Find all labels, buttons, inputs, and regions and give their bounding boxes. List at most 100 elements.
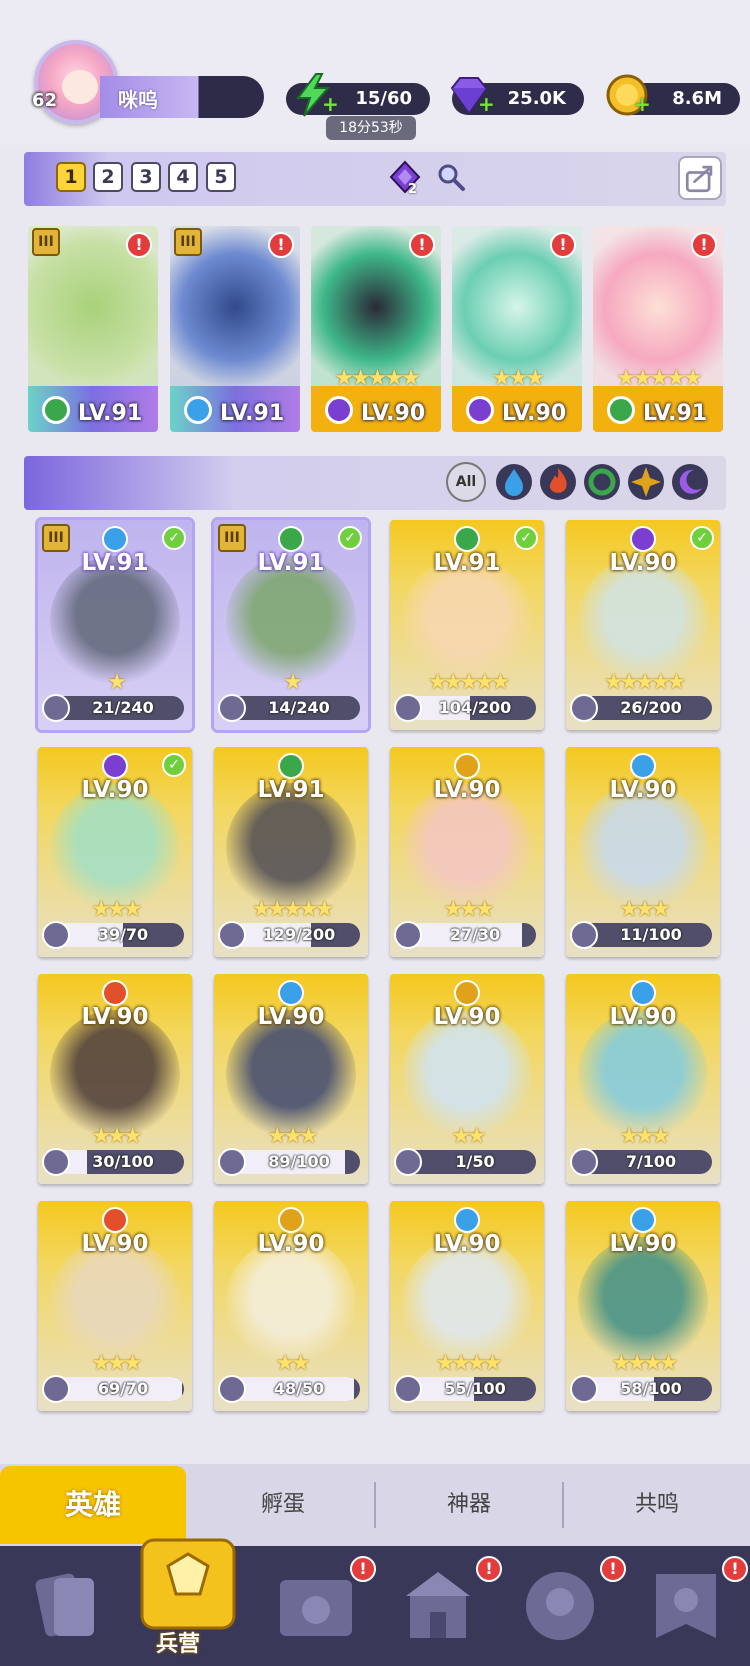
hero-stars: ★★★★ xyxy=(435,1351,503,1376)
shard-icon xyxy=(570,1148,598,1176)
hero-card[interactable]: ✓ LV.91 ★★★★★ 104/200 xyxy=(390,520,544,730)
hero-card[interactable]: III ✓ LV.91 ★ 14/240 xyxy=(214,520,368,730)
hero-stars: ★★★ xyxy=(619,897,670,922)
element-icon xyxy=(102,980,128,1006)
hero-card[interactable]: LV.90 ★★★ 30/100 xyxy=(38,974,192,1184)
dark-element-icon[interactable] xyxy=(670,462,710,502)
slot-level: LV.91 xyxy=(220,401,285,426)
tab-artifacts[interactable]: 神器 xyxy=(376,1466,562,1544)
element-icon xyxy=(454,753,480,779)
shard-icon xyxy=(394,694,422,722)
team-slot-1[interactable]: III LV.91 ! xyxy=(28,226,158,432)
fire-element-icon[interactable] xyxy=(538,462,578,502)
guild-icon[interactable] xyxy=(512,1558,608,1654)
alert-icon: ! xyxy=(550,232,576,258)
alert-icon: ! xyxy=(476,1556,502,1582)
hero-card[interactable]: LV.90 ★★★ 89/100 xyxy=(214,974,368,1184)
water-element-icon[interactable] xyxy=(494,462,534,502)
tab-resonance[interactable]: 共鸣 xyxy=(564,1466,750,1544)
element-icon xyxy=(102,526,128,552)
hero-level: LV.90 xyxy=(81,1004,149,1030)
shard-icon xyxy=(570,694,598,722)
hero-stars: ★★★★★ xyxy=(603,670,687,695)
shard-icon xyxy=(42,1148,70,1176)
rank-badge: III xyxy=(218,524,246,552)
element-icon xyxy=(630,980,656,1006)
shard-icon xyxy=(42,1375,70,1403)
team-slot-3[interactable]: ★★★★★ LV.90 ! xyxy=(311,226,441,432)
hero-card[interactable]: LV.90 ★★★★ 55/100 xyxy=(390,1201,544,1411)
nav-label-barracks: 兵营 xyxy=(156,1632,201,1657)
element-badge xyxy=(184,396,212,424)
team-tab-1[interactable]: 1 xyxy=(56,162,86,192)
hero-card[interactable]: LV.90 ★★★ 69/70 xyxy=(38,1201,192,1411)
team-slot-2[interactable]: III LV.91 ! xyxy=(170,226,300,432)
barracks-icon[interactable] xyxy=(128,1520,248,1640)
filter-all-button[interactable]: All xyxy=(446,462,486,502)
light-element-icon[interactable] xyxy=(626,462,666,502)
alert-icon: ! xyxy=(409,232,435,258)
cards-icon[interactable] xyxy=(18,1558,114,1654)
rank-badge: III xyxy=(174,228,202,256)
element-icon xyxy=(630,1207,656,1233)
team-tab-4[interactable]: 4 xyxy=(168,162,198,192)
element-icon xyxy=(278,526,304,552)
hero-card[interactable]: ✓ LV.90 ★★★ 39/70 xyxy=(38,747,192,957)
slot-level: LV.91 xyxy=(78,401,143,426)
hero-stars: ★★★ xyxy=(91,1351,142,1376)
banner-icon[interactable] xyxy=(638,1558,734,1654)
alert-icon: ! xyxy=(350,1556,376,1582)
team-gem-count: 2 xyxy=(408,182,418,197)
coins-plus-icon[interactable]: + xyxy=(634,94,651,114)
hero-card[interactable]: III ✓ LV.91 ★ 21/240 xyxy=(38,520,192,730)
hero-level: LV.91 xyxy=(257,550,325,576)
hero-card[interactable]: LV.91 ★★★★★ 129/200 xyxy=(214,747,368,957)
element-icon xyxy=(630,526,656,552)
hero-level: LV.90 xyxy=(433,777,501,803)
team-tab-3[interactable]: 3 xyxy=(131,162,161,192)
hero-card[interactable]: LV.90 ★★ 48/50 xyxy=(214,1201,368,1411)
energy-plus-icon[interactable]: + xyxy=(322,94,339,114)
share-icon[interactable] xyxy=(678,156,722,200)
hero-level: LV.90 xyxy=(81,1231,149,1257)
hero-level: LV.91 xyxy=(81,550,149,576)
hero-card[interactable]: LV.90 ★★★ 11/100 xyxy=(566,747,720,957)
hero-stars: ★★★★★ xyxy=(251,897,335,922)
search-icon[interactable] xyxy=(436,162,466,192)
slot-level: LV.90 xyxy=(502,401,567,426)
hero-level: LV.90 xyxy=(81,777,149,803)
gems-plus-icon[interactable]: + xyxy=(478,94,495,114)
element-icon xyxy=(102,753,128,779)
hero-stars: ★★★ xyxy=(619,1124,670,1149)
hero-stars: ★★★★★ xyxy=(427,670,511,695)
shard-icon xyxy=(394,1148,422,1176)
team-tab-2[interactable]: 2 xyxy=(93,162,123,192)
shard-icon xyxy=(42,921,70,949)
shard-icon xyxy=(570,1375,598,1403)
building-icon[interactable] xyxy=(390,1558,486,1654)
team-slot-5[interactable]: ★★★★★ LV.91 ! xyxy=(593,226,723,432)
check-icon: ✓ xyxy=(690,526,714,550)
element-icon xyxy=(278,753,304,779)
element-icon xyxy=(454,980,480,1006)
hero-card[interactable]: LV.90 ★★ 1/50 xyxy=(390,974,544,1184)
player-name: 咪呜 xyxy=(118,88,158,112)
element-icon xyxy=(278,980,304,1006)
energy-timer: 18分53秒 xyxy=(326,116,416,140)
wind-element-icon[interactable] xyxy=(582,462,622,502)
hero-card[interactable]: LV.90 ★★★ 7/100 xyxy=(566,974,720,1184)
hero-stars: ★ xyxy=(283,670,303,695)
hero-level: LV.90 xyxy=(433,1004,501,1030)
hero-level: LV.91 xyxy=(433,550,501,576)
hero-card[interactable]: LV.90 ★★★ 27/30 xyxy=(390,747,544,957)
hero-stars: ★★★★ xyxy=(611,1351,679,1376)
team-slot-4[interactable]: ★★★ LV.90 ! xyxy=(452,226,582,432)
alert-icon: ! xyxy=(691,232,717,258)
team-tab-5[interactable]: 5 xyxy=(206,162,236,192)
hero-stars: ★★★ xyxy=(443,897,494,922)
hero-card[interactable]: LV.90 ★★★★ 58/100 xyxy=(566,1201,720,1411)
element-badge xyxy=(607,396,635,424)
hero-card[interactable]: ✓ LV.90 ★★★★★ 26/200 xyxy=(566,520,720,730)
player-level: 62 xyxy=(32,90,58,111)
shard-icon xyxy=(218,1375,246,1403)
